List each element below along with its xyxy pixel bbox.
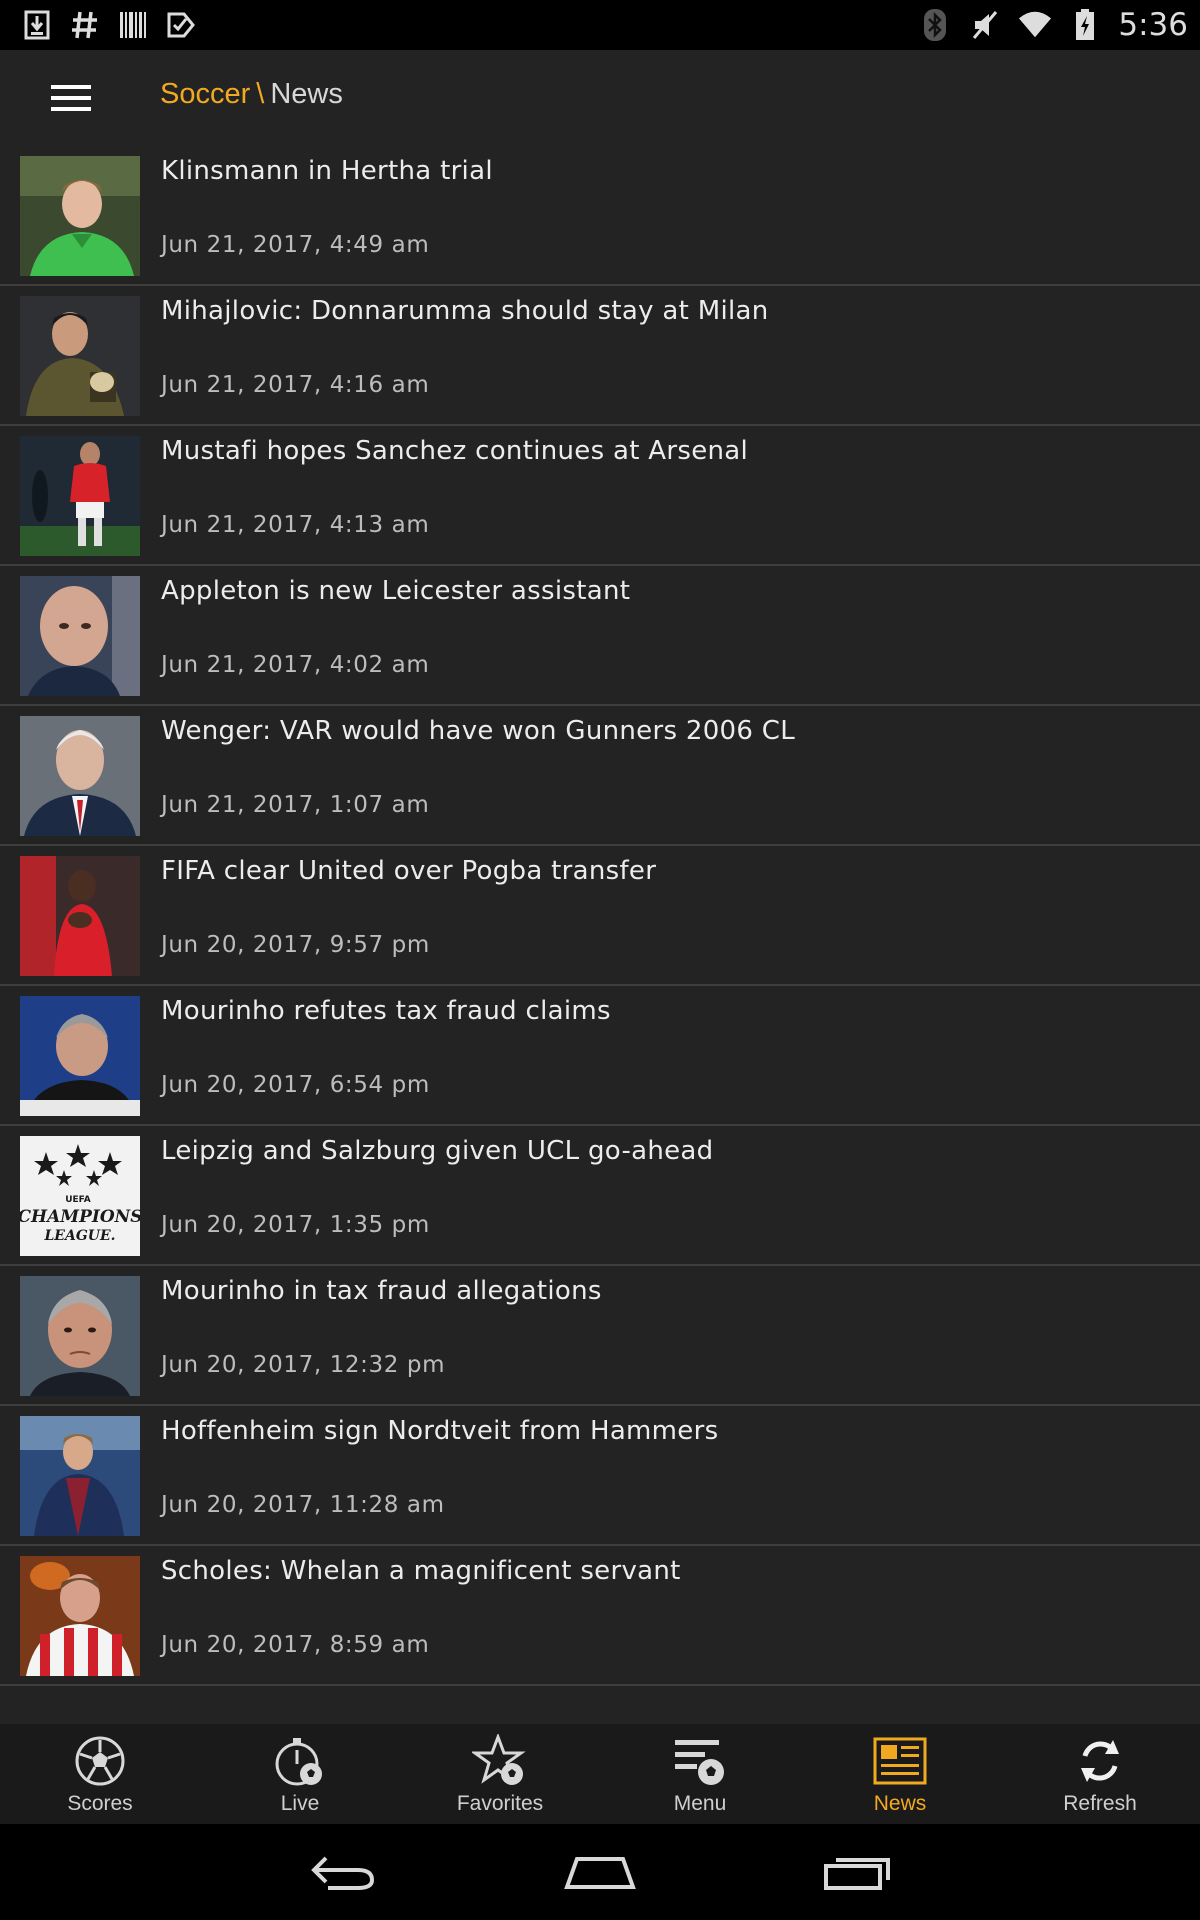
recents-button[interactable] [818, 1846, 898, 1898]
home-button[interactable] [560, 1846, 640, 1898]
breadcrumb-section[interactable]: Soccer [160, 78, 250, 110]
news-timestamp: Jun 21, 2017, 4:13 am [161, 512, 430, 538]
back-button[interactable] [303, 1846, 383, 1898]
news-item[interactable]: Hoffenheim sign Nordtveit from Hammers J… [0, 1406, 1200, 1546]
news-thumbnail [20, 156, 140, 276]
news-timestamp: Jun 21, 2017, 4:02 am [161, 652, 430, 678]
news-headline: Wenger: VAR would have won Gunners 2006 … [161, 716, 796, 746]
news-thumbnail [20, 576, 140, 696]
tab-label: Scores [67, 1792, 133, 1815]
system-icons: 5:36 [918, 6, 1188, 44]
system-navigation-bar [0, 1824, 1200, 1920]
tab-label: Live [280, 1792, 320, 1815]
news-headline: Appleton is new Leicester assistant [161, 576, 631, 606]
news-thumbnail [20, 296, 140, 416]
download-icon [20, 8, 54, 42]
news-item[interactable]: UEFA CHAMPIONS LEAGUE. Leipzig and Salzbur… [0, 1126, 1200, 1266]
news-item[interactable]: Appleton is new Leicester assistant Jun … [0, 566, 1200, 706]
news-thumbnail [20, 996, 140, 1116]
news-item[interactable]: Klinsmann in Hertha trial Jun 21, 2017, … [0, 146, 1200, 286]
news-item[interactable]: Mourinho refutes tax fraud claims Jun 20… [0, 986, 1200, 1126]
news-headline: FIFA clear United over Pogba transfer [161, 856, 657, 886]
bluetooth-icon [918, 8, 952, 42]
news-headline: Hoffenheim sign Nordtveit from Hammers [161, 1416, 719, 1446]
page-title: News [270, 78, 343, 110]
status-bar: 5:36 [0, 0, 1200, 50]
news-timestamp: Jun 20, 2017, 12:32 pm [161, 1352, 446, 1378]
news-timestamp: Jun 21, 2017, 1:07 am [161, 792, 430, 818]
news-item[interactable]: Mihajlovic: Donnarumma should stay at Mi… [0, 286, 1200, 426]
news-item[interactable]: Mourinho in tax fraud allegations Jun 20… [0, 1266, 1200, 1406]
tab-live[interactable]: Live [200, 1724, 400, 1824]
news-headline: Mourinho refutes tax fraud claims [161, 996, 611, 1026]
tab-menu[interactable]: Menu [600, 1724, 800, 1824]
battery-icon [1068, 8, 1102, 42]
wifi-icon [1018, 8, 1052, 42]
star-ball-icon [472, 1734, 528, 1788]
news-item[interactable]: Wenger: VAR would have won Gunners 2006 … [0, 706, 1200, 846]
breadcrumb-separator: \ [256, 78, 265, 110]
breadcrumb: Soccer \ News [160, 78, 343, 111]
hashtag-icon [68, 8, 102, 42]
tab-scores[interactable]: Scores [0, 1724, 200, 1824]
news-list: Klinsmann in Hertha trial Jun 21, 2017, … [0, 146, 1200, 1724]
barcode-icon [116, 8, 150, 42]
news-timestamp: Jun 21, 2017, 4:49 am [161, 232, 430, 258]
news-thumbnail [20, 1276, 140, 1396]
mute-icon [968, 8, 1002, 42]
tab-news[interactable]: News [800, 1724, 1000, 1824]
news-thumbnail: UEFA CHAMPIONS LEAGUE. [20, 1136, 140, 1256]
bottom-tab-bar: Scores Live Favorites Menu News Refresh [0, 1724, 1200, 1824]
news-thumbnail [20, 716, 140, 836]
news-thumbnail [20, 1416, 140, 1536]
news-headline: Mourinho in tax fraud allegations [161, 1276, 602, 1306]
tab-label: Favorites [456, 1792, 544, 1815]
notification-icons [20, 8, 198, 42]
tab-refresh[interactable]: Refresh [1000, 1724, 1200, 1824]
news-headline: Mustafi hopes Sanchez continues at Arsen… [161, 436, 749, 466]
task-check-icon [164, 8, 198, 42]
news-timestamp: Jun 20, 2017, 9:57 pm [161, 932, 430, 958]
home-icon [564, 1857, 636, 1889]
news-item[interactable]: FIFA clear United over Pogba transfer Ju… [0, 846, 1200, 986]
newspaper-icon [872, 1734, 928, 1788]
tab-label: Menu [673, 1792, 727, 1815]
tab-favorites[interactable]: Favorites [400, 1724, 600, 1824]
stopwatch-ball-icon [272, 1734, 328, 1788]
news-timestamp: Jun 20, 2017, 8:59 am [161, 1632, 430, 1658]
news-headline: Leipzig and Salzburg given UCL go-ahead [161, 1136, 714, 1166]
news-timestamp: Jun 20, 2017, 11:28 am [161, 1492, 445, 1518]
news-thumbnail [20, 436, 140, 556]
ucl-logo-text-2: CHAMPIONS [20, 1207, 140, 1227]
recents-icon [824, 1858, 890, 1890]
news-headline: Scholes: Whelan a magnificent servant [161, 1556, 681, 1586]
hamburger-icon [51, 85, 91, 111]
news-timestamp: Jun 20, 2017, 6:54 pm [161, 1072, 430, 1098]
soccer-ball-icon [72, 1734, 128, 1788]
ucl-logo-text-3: LEAGUE. [43, 1228, 115, 1244]
clock: 5:36 [1118, 7, 1188, 43]
app-bar: Soccer \ News [0, 50, 1200, 146]
refresh-icon [1072, 1734, 1128, 1788]
hamburger-menu-button[interactable] [42, 70, 100, 126]
menu-ball-icon [672, 1734, 728, 1788]
news-thumbnail [20, 1556, 140, 1676]
news-headline: Klinsmann in Hertha trial [161, 156, 493, 186]
news-item[interactable]: Mustafi hopes Sanchez continues at Arsen… [0, 426, 1200, 566]
tab-label: Refresh [1063, 1792, 1137, 1815]
back-icon [311, 1856, 375, 1890]
tab-label: News [873, 1792, 927, 1815]
news-item[interactable]: Scholes: Whelan a magnificent servant Ju… [0, 1546, 1200, 1686]
ucl-logo-text-1: UEFA [65, 1195, 91, 1205]
news-timestamp: Jun 21, 2017, 4:16 am [161, 372, 430, 398]
news-timestamp: Jun 20, 2017, 1:35 pm [161, 1212, 430, 1238]
news-thumbnail [20, 856, 140, 976]
news-headline: Mihajlovic: Donnarumma should stay at Mi… [161, 296, 769, 326]
